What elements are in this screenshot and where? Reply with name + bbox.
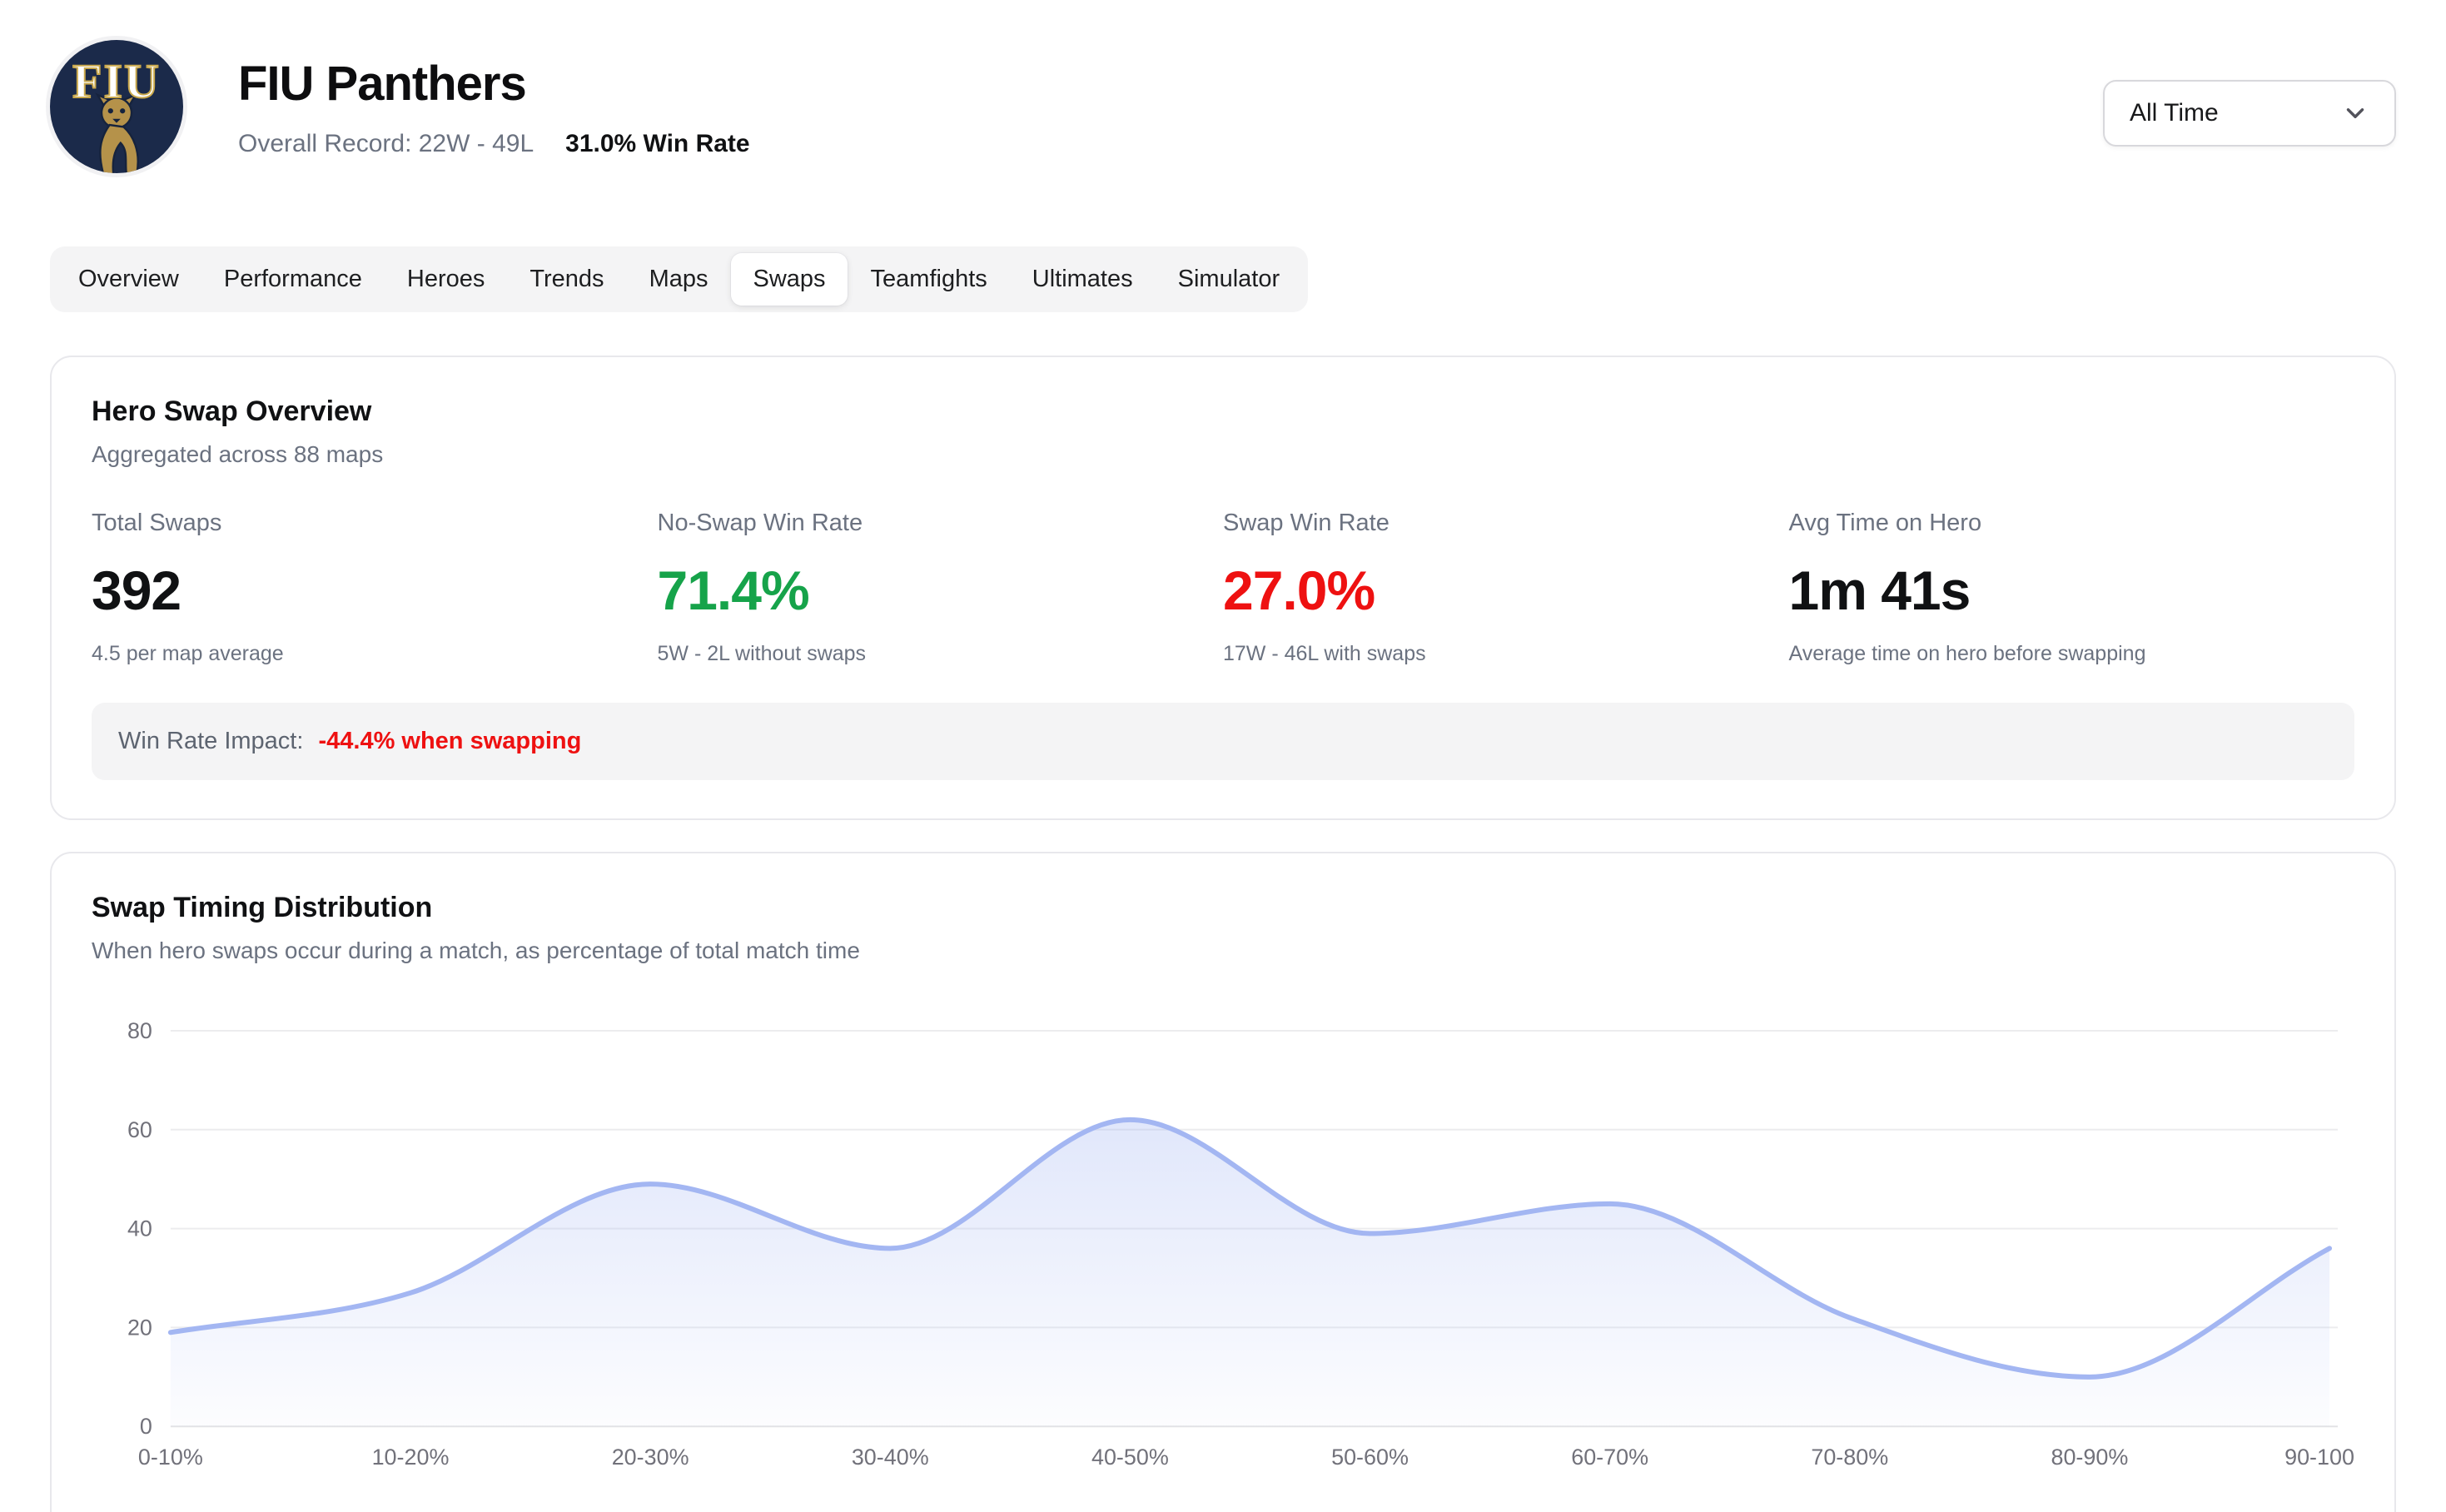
y-tick-label: 60 <box>127 1117 152 1142</box>
stat-label: Swap Win Rate <box>1223 510 1789 537</box>
tab-simulator[interactable]: Simulator <box>1156 253 1302 306</box>
chevron-down-icon <box>2341 99 2369 127</box>
x-tick-label: 60-70% <box>1571 1445 1648 1470</box>
x-tick-label: 80-90% <box>2051 1445 2128 1470</box>
stat-label: Avg Time on Hero <box>1789 510 2355 537</box>
tab-ultimates[interactable]: Ultimates <box>1011 253 1155 306</box>
card-title-swap-timing: Swap Timing Distribution <box>92 892 2354 924</box>
time-filter-value: All Time <box>2130 99 2219 127</box>
x-tick-label: 0-10% <box>138 1445 203 1470</box>
tab-swaps[interactable]: Swaps <box>731 253 847 306</box>
x-tick-label: 40-50% <box>1091 1445 1169 1470</box>
tab-bar: OverviewPerformanceHeroesTrendsMapsSwaps… <box>50 246 1308 312</box>
x-tick-label: 20-30% <box>612 1445 689 1470</box>
card-subtitle-swap-timing: When hero swaps occur during a match, as… <box>92 938 2354 964</box>
stat-subtext: Average time on hero before swapping <box>1789 642 2355 666</box>
tab-performance[interactable]: Performance <box>202 253 384 306</box>
tab-trends[interactable]: Trends <box>508 253 625 306</box>
x-tick-label: 30-40% <box>852 1445 929 1470</box>
card-subtitle-hero-swap-overview: Aggregated across 88 maps <box>92 441 2354 468</box>
hero-swap-overview-card: Hero Swap Overview Aggregated across 88 … <box>50 356 2396 820</box>
impact-label: Win Rate Impact: <box>118 728 303 754</box>
title-block: FIU Panthers Overall Record: 22W - 49L 3… <box>238 56 750 158</box>
stat-block-1: No-Swap Win Rate 71.4% 5W - 2L without swa… <box>658 510 1224 666</box>
header: FIU FIU Panthers Overall Record: 22W - 4… <box>50 38 2396 175</box>
stat-value: 71.4% <box>658 559 1224 622</box>
stat-value: 392 <box>92 559 658 622</box>
stat-block-2: Swap Win Rate 27.0% 17W - 46L with swaps <box>1223 510 1789 666</box>
y-tick-label: 0 <box>140 1414 152 1439</box>
x-tick-label: 50-60% <box>1331 1445 1409 1470</box>
stat-subtext: 17W - 46L with swaps <box>1223 642 1789 666</box>
swap-timing-chart-svg: 0 20 40 60 80 0-10% 10-20% 20-30% 30-40% 40-50% 50… <box>92 997 2354 1496</box>
page: FIU FIU Panthers Overall Record: 22W - 4… <box>0 38 2446 1512</box>
x-tick-label: 70-80% <box>1811 1445 1888 1470</box>
win-rate-impact-banner: Win Rate Impact: -44.4% when swapping <box>92 703 2354 780</box>
stat-value: 1m 41s <box>1789 559 2355 622</box>
y-tick-label: 40 <box>127 1216 152 1241</box>
y-tick-label: 20 <box>127 1315 152 1340</box>
team-logo: FIU <box>50 40 183 173</box>
stat-value: 27.0% <box>1223 559 1789 622</box>
stat-label: No-Swap Win Rate <box>658 510 1224 537</box>
tab-maps[interactable]: Maps <box>628 253 730 306</box>
chart-plot-area[interactable] <box>171 1031 2329 1426</box>
swap-timing-card: Swap Timing Distribution When hero swaps… <box>50 852 2396 1512</box>
tab-overview[interactable]: Overview <box>57 253 201 306</box>
time-filter-dropdown[interactable]: All Time <box>2103 80 2396 147</box>
x-tick-label: 90-100% <box>2284 1445 2354 1470</box>
impact-value: -44.4% when swapping <box>318 728 581 754</box>
page-title: FIU Panthers <box>238 56 750 112</box>
overall-record: Overall Record: 22W - 49L <box>238 130 534 158</box>
stat-subtext: 5W - 2L without swaps <box>658 642 1224 666</box>
stat-subtext: 4.5 per map average <box>92 642 658 666</box>
stat-label: Total Swaps <box>92 510 658 537</box>
stat-block-3: Avg Time on Hero 1m 41s Average time on he… <box>1789 510 2355 666</box>
overall-win-rate: 31.0% Win Rate <box>565 130 749 158</box>
tab-heroes[interactable]: Heroes <box>385 253 507 306</box>
stats-grid: Total Swaps3924.5 per map averageNo-Swap… <box>92 510 2354 666</box>
logo-monogram: FIU <box>50 53 183 109</box>
x-tick-label: 10-20% <box>372 1445 450 1470</box>
swap-timing-chart[interactable]: 0 20 40 60 80 0-10% 10-20% 20-30% 30-40% 40-50% 50… <box>92 997 2354 1496</box>
stat-block-0: Total Swaps 392 4.5 per map average <box>92 510 658 666</box>
tab-teamfights[interactable]: Teamfights <box>849 253 1009 306</box>
card-title-hero-swap-overview: Hero Swap Overview <box>92 395 2354 428</box>
y-tick-label: 80 <box>127 1018 152 1043</box>
